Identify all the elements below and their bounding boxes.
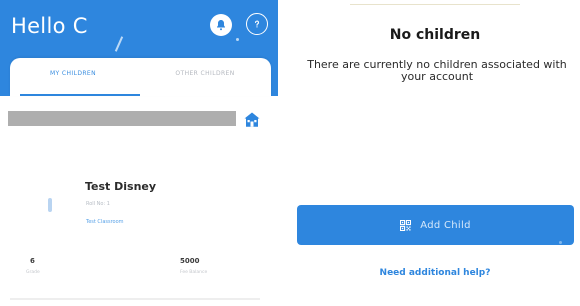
- empty-state-title: No children: [389, 27, 481, 43]
- bell-icon: [217, 20, 225, 31]
- tab-my-children[interactable]: MY CHILDREN: [28, 70, 118, 77]
- button-decoration: [559, 241, 562, 244]
- help-circle-icon: [255, 20, 259, 28]
- notifications-button[interactable]: [210, 14, 232, 36]
- child-name[interactable]: Test Disney: [85, 180, 156, 193]
- stat-value-fee: 5000: [180, 257, 200, 265]
- greeting-title: Hello C: [11, 14, 88, 38]
- help-button[interactable]: [246, 13, 268, 35]
- child-subtitle: Roll No: 1: [86, 201, 110, 207]
- add-child-label: Add Child: [420, 219, 471, 231]
- child-avatar: [48, 198, 52, 212]
- stat-value-grade: 6: [30, 257, 35, 265]
- school-icon[interactable]: [243, 111, 261, 129]
- stat-label-fee: Fee Balance: [180, 270, 208, 275]
- top-divider: [350, 0, 520, 5]
- qr-code-icon: [400, 219, 412, 231]
- header-decoration-dot: [236, 38, 239, 41]
- tab-other-children[interactable]: OTHER CHILDREN: [150, 70, 260, 77]
- empty-state-message: There are currently no children associat…: [307, 58, 567, 83]
- need-help-link[interactable]: Need additional help?: [290, 268, 580, 278]
- add-child-button[interactable]: Add Child: [297, 205, 574, 245]
- children-tabs: MY CHILDREN OTHER CHILDREN: [10, 58, 271, 96]
- header-decoration: [114, 36, 124, 52]
- stat-label-grade: Grade: [26, 270, 40, 275]
- left-panel: Hello C MY CHILDREN OTHER CHILDREN Test …: [0, 0, 278, 306]
- right-panel: No children There are currently no child…: [290, 0, 580, 306]
- child-class-link[interactable]: Test Classroom: [86, 219, 124, 225]
- header-bar: Hello C MY CHILDREN OTHER CHILDREN: [0, 0, 278, 96]
- active-tab-indicator: [20, 94, 140, 96]
- divider: [10, 298, 260, 300]
- school-name-bar: [8, 111, 236, 126]
